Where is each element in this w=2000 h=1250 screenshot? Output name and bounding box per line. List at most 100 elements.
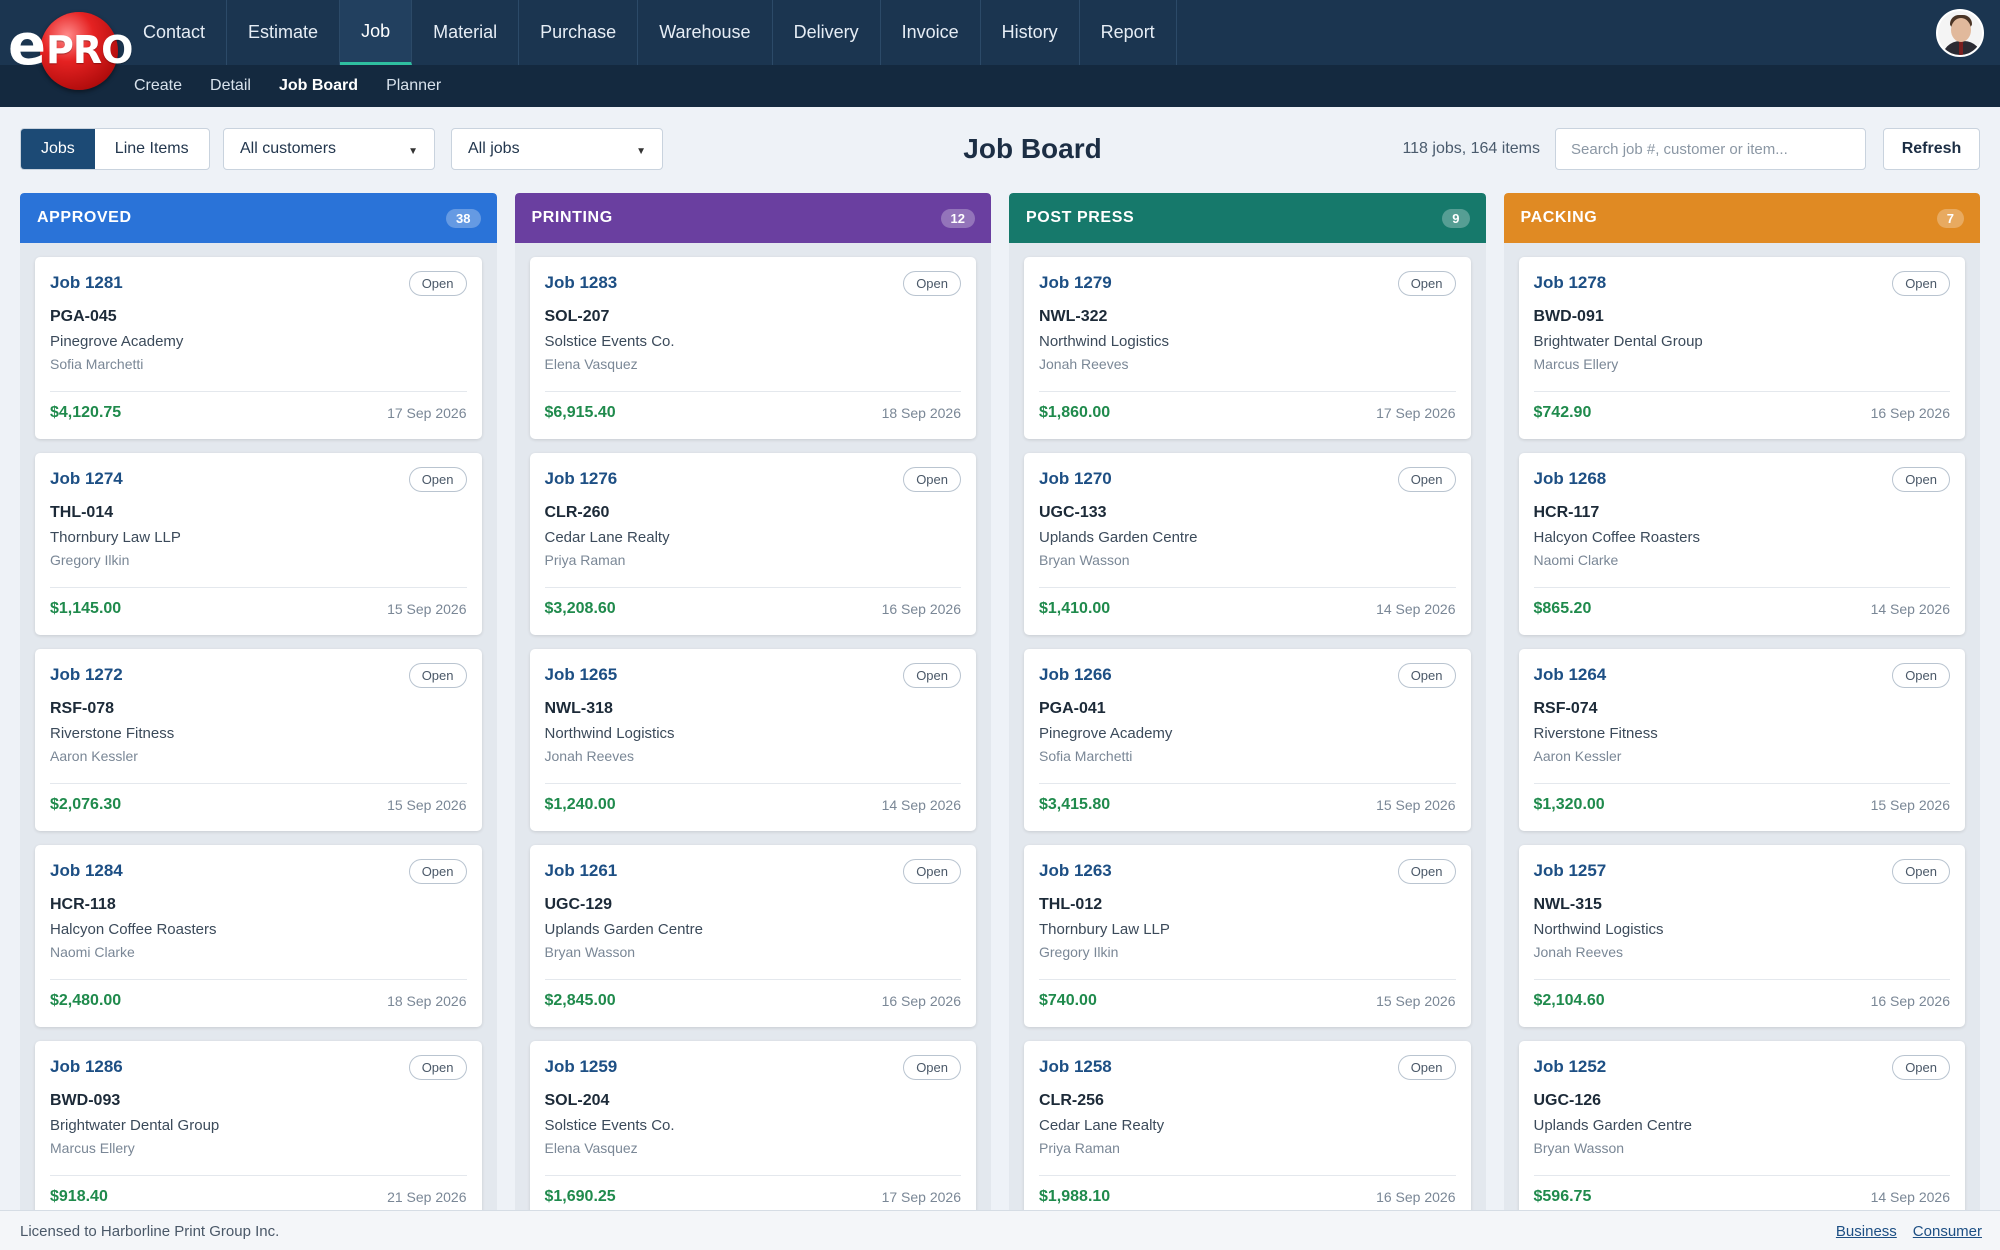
job-card[interactable]: Job 1283 Open SOL-207 Solstice Events Co. El… <box>529 257 976 439</box>
status-pill[interactable]: Open <box>408 663 467 688</box>
business-link[interactable]: Business <box>1836 1223 1897 1240</box>
card-divider <box>1533 783 1950 784</box>
nav-item-history[interactable]: History <box>981 0 1080 65</box>
nav-item-contact[interactable]: Contact <box>122 0 228 65</box>
contact-name: Bryan Wasson <box>1533 1140 1625 1156</box>
job-card[interactable]: Job 1274 Open THL-014 Thornbury Law LLP Greg… <box>35 453 482 635</box>
status-pill[interactable]: Open <box>1892 663 1950 688</box>
status-pill[interactable]: Open <box>903 271 961 296</box>
card-list: Job 1281 Open PGA-045 Pinegrove Academy Sofi… <box>20 243 497 1210</box>
footer-links: Business Consumer <box>1836 1223 1982 1240</box>
job-card[interactable]: Job 1261 Open UGC-129 Uplands Garden Centre… <box>529 845 976 1027</box>
page-title: Job Board <box>963 133 1102 164</box>
customer-filter-value: All customers <box>240 140 337 157</box>
subnav-item-job-board[interactable]: Job Board <box>265 65 372 107</box>
customer-name: Uplands Garden Centre <box>544 921 703 938</box>
nav-item-warehouse[interactable]: Warehouse <box>638 0 773 65</box>
status-pill[interactable]: Open <box>1397 271 1456 296</box>
card-divider <box>50 783 467 784</box>
nav-item-delivery[interactable]: Delivery <box>773 0 881 65</box>
status-pill[interactable]: Open <box>903 467 961 492</box>
customer-filter-select[interactable]: All customers ▼ <box>223 128 435 170</box>
contact-name: Aaron Kessler <box>1533 748 1622 764</box>
contact-name: Naomi Clarke <box>50 944 135 960</box>
status-pill[interactable]: Open <box>903 663 961 688</box>
job-amount: $740.00 <box>1039 992 1097 1009</box>
column-title: APPROVED <box>37 209 132 226</box>
status-pill[interactable]: Open <box>408 1055 467 1080</box>
job-amount: $2,104.60 <box>1533 992 1605 1009</box>
card-divider <box>50 587 467 588</box>
consumer-link[interactable]: Consumer <box>1913 1223 1982 1240</box>
job-board-columns: APPROVED 38 Job 1281 Open PGA-045 Pinegrove A… <box>20 193 1980 1210</box>
job-card[interactable]: Job 1278 Open BWD-091 Brightwater Dental Gr… <box>1518 257 1965 439</box>
job-card[interactable]: Job 1258 Open CLR-256 Cedar Lane Realty Priy… <box>1024 1041 1471 1210</box>
view-line-items-button[interactable]: Line Items <box>95 129 209 169</box>
job-amount: $2,845.00 <box>544 992 616 1009</box>
job-card[interactable]: Job 1265 Open NWL-318 Northwind Logistics Jo… <box>529 649 976 831</box>
nav-item-material[interactable]: Material <box>412 0 520 65</box>
status-pill[interactable]: Open <box>1892 467 1950 492</box>
user-avatar-icon[interactable] <box>1936 9 1984 57</box>
job-card[interactable]: Job 1276 Open CLR-260 Cedar Lane Realty Priy… <box>529 453 976 635</box>
column-count-badge: 38 <box>446 208 481 228</box>
status-pill[interactable]: Open <box>903 1055 961 1080</box>
customer-name: Northwind Logistics <box>1533 921 1664 938</box>
contact-name: Naomi Clarke <box>1533 552 1619 568</box>
nav-item-estimate[interactable]: Estimate <box>227 0 341 65</box>
job-card[interactable]: Job 1268 Open HCR-117 Halcyon Coffee Roaste… <box>1518 453 1965 635</box>
status-pill[interactable]: Open <box>1892 859 1950 884</box>
status-pill[interactable]: Open <box>408 467 467 492</box>
nav-item-job[interactable]: Job <box>340 0 413 65</box>
contact-name: Sofia Marchetti <box>1039 748 1133 764</box>
refresh-button[interactable]: Refresh <box>1883 128 1980 170</box>
job-card[interactable]: Job 1284 Open HCR-118 Halcyon Coffee Roaste… <box>35 845 482 1027</box>
job-card[interactable]: Job 1270 Open UGC-133 Uplands Garden Centre… <box>1024 453 1471 635</box>
status-pill[interactable]: Open <box>1397 859 1456 884</box>
job-code: HCR-117 <box>1533 504 1600 521</box>
job-card[interactable]: Job 1266 Open PGA-041 Pinegrove Academy Sofi… <box>1024 649 1471 831</box>
status-pill[interactable]: Open <box>1892 271 1950 296</box>
status-pill[interactable]: Open <box>408 271 467 296</box>
nav-item-report[interactable]: Report <box>1080 0 1177 65</box>
job-card[interactable]: Job 1279 Open NWL-322 Northwind Logistics Jo… <box>1024 257 1471 439</box>
contact-name: Elena Vasquez <box>544 356 638 372</box>
status-pill[interactable]: Open <box>1397 467 1456 492</box>
job-code: BWD-093 <box>50 1092 121 1109</box>
job-number: Job 1276 <box>544 469 618 488</box>
job-card[interactable]: Job 1281 Open PGA-045 Pinegrove Academy Sofi… <box>35 257 482 439</box>
job-number: Job 1265 <box>544 665 618 684</box>
epro-logo[interactable]: e PRO <box>6 8 133 90</box>
job-number: Job 1266 <box>1039 665 1112 684</box>
card-divider <box>544 587 961 588</box>
column-count-badge: 7 <box>1936 208 1964 228</box>
job-card[interactable]: Job 1272 Open RSF-078 Riverstone Fitness Aar… <box>35 649 482 831</box>
status-pill[interactable]: Open <box>1892 1055 1950 1080</box>
job-filter-select[interactable]: All jobs ▼ <box>451 128 663 170</box>
status-pill[interactable]: Open <box>903 859 961 884</box>
customer-name: Halcyon Coffee Roasters <box>50 921 217 938</box>
job-card[interactable]: Job 1252 Open UGC-126 Uplands Garden Centre… <box>1518 1041 1965 1210</box>
job-card[interactable]: Job 1286 Open BWD-093 Brightwater Dental Gr… <box>35 1041 482 1210</box>
search-input[interactable] <box>1555 128 1866 170</box>
job-code: PGA-045 <box>50 308 117 325</box>
job-card[interactable]: Job 1264 Open RSF-074 Riverstone Fitness Aar… <box>1518 649 1965 831</box>
job-date: 16 Sep 2026 <box>881 601 961 617</box>
job-date: 16 Sep 2026 <box>1870 405 1950 421</box>
status-pill[interactable]: Open <box>1397 1055 1456 1080</box>
nav-item-purchase[interactable]: Purchase <box>519 0 639 65</box>
job-code: RSF-074 <box>1533 700 1598 717</box>
status-pill[interactable]: Open <box>1397 663 1456 688</box>
nav-item-invoice[interactable]: Invoice <box>881 0 981 65</box>
status-pill[interactable]: Open <box>408 859 467 884</box>
subnav-item-planner[interactable]: Planner <box>372 65 455 107</box>
job-card[interactable]: Job 1257 Open NWL-315 Northwind Logistics Jo… <box>1518 845 1965 1027</box>
job-card[interactable]: Job 1263 Open THL-012 Thornbury Law LLP Greg… <box>1024 845 1471 1027</box>
job-card[interactable]: Job 1259 Open SOL-204 Solstice Events Co. El… <box>529 1041 976 1210</box>
view-jobs-button[interactable]: Jobs <box>21 129 95 169</box>
customer-name: Halcyon Coffee Roasters <box>1533 529 1700 546</box>
job-number: Job 1286 <box>50 1057 123 1076</box>
job-number: Job 1279 <box>1039 273 1112 292</box>
logo-name: PRO <box>46 28 133 72</box>
subnav-item-detail[interactable]: Detail <box>196 65 265 107</box>
